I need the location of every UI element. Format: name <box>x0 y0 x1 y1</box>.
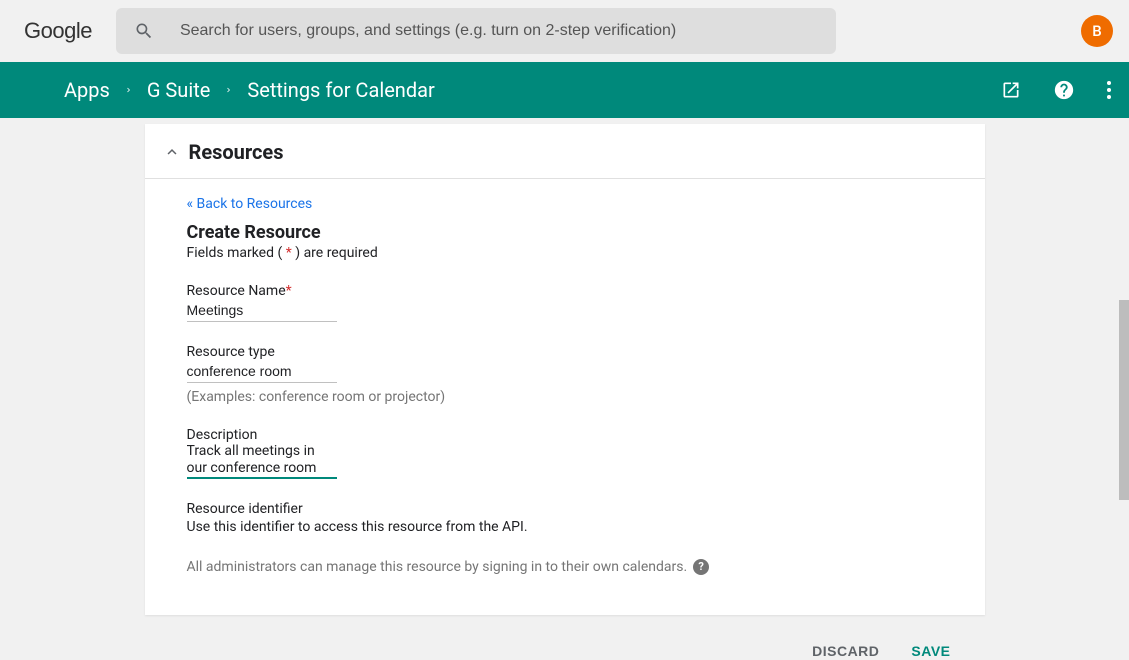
description-input[interactable] <box>187 443 337 479</box>
top-bar: Google B <box>0 0 1129 62</box>
breadcrumb-apps[interactable]: Apps <box>64 78 110 102</box>
avatar[interactable]: B <box>1081 15 1113 47</box>
google-logo: Google <box>24 18 92 44</box>
chevron-right-icon <box>124 83 133 97</box>
field-resource-name: Resource Name* <box>187 283 985 322</box>
save-button[interactable]: SAVE <box>911 643 950 659</box>
required-note: Fields marked ( * ) are required <box>187 245 985 261</box>
menu-icon[interactable] <box>18 83 38 97</box>
discard-button[interactable]: DISCARD <box>812 643 879 659</box>
resource-type-hint: (Examples: conference room or projector) <box>187 389 985 405</box>
search-bar[interactable] <box>116 8 836 54</box>
apps-icon[interactable] <box>1043 22 1061 40</box>
field-description: Description <box>187 427 985 479</box>
form-title: Create Resource <box>187 222 985 243</box>
scrollbar[interactable] <box>1119 300 1129 500</box>
breadcrumb-settings[interactable]: Settings for Calendar <box>247 78 434 102</box>
description-label: Description <box>187 427 985 443</box>
field-resource-type: Resource type (Examples: conference room… <box>187 344 985 405</box>
resource-type-input[interactable] <box>187 360 337 383</box>
breadcrumb-gsuite[interactable]: G Suite <box>147 78 211 102</box>
chevron-up-icon <box>163 143 181 161</box>
identifier-text: Use this identifier to access this resou… <box>187 519 985 535</box>
resource-name-input[interactable] <box>187 299 337 322</box>
field-identifier: Resource identifier Use this identifier … <box>187 501 985 535</box>
resource-type-label: Resource type <box>187 344 985 360</box>
resources-card: Resources « Back to Resources Create Res… <box>145 124 985 615</box>
identifier-label: Resource identifier <box>187 501 985 517</box>
app-bar: Apps G Suite Settings for Calendar <box>0 62 1129 118</box>
chevron-right-icon <box>224 83 233 97</box>
card-body: « Back to Resources Create Resource Fiel… <box>145 179 985 615</box>
action-bar: DISCARD SAVE <box>145 615 985 659</box>
card-header[interactable]: Resources <box>145 124 985 179</box>
resource-name-label: Resource Name* <box>187 283 985 299</box>
search-icon <box>134 21 154 41</box>
help-tooltip-icon[interactable]: ? <box>693 559 709 575</box>
open-external-icon[interactable] <box>1001 80 1021 100</box>
breadcrumb: Apps G Suite Settings for Calendar <box>64 78 435 102</box>
more-icon[interactable] <box>1107 81 1111 99</box>
help-icon[interactable] <box>1053 79 1075 101</box>
back-link[interactable]: « Back to Resources <box>187 196 313 212</box>
search-input[interactable] <box>180 22 818 40</box>
section-title: Resources <box>189 140 284 164</box>
admin-note: All administrators can manage this resou… <box>187 559 985 575</box>
